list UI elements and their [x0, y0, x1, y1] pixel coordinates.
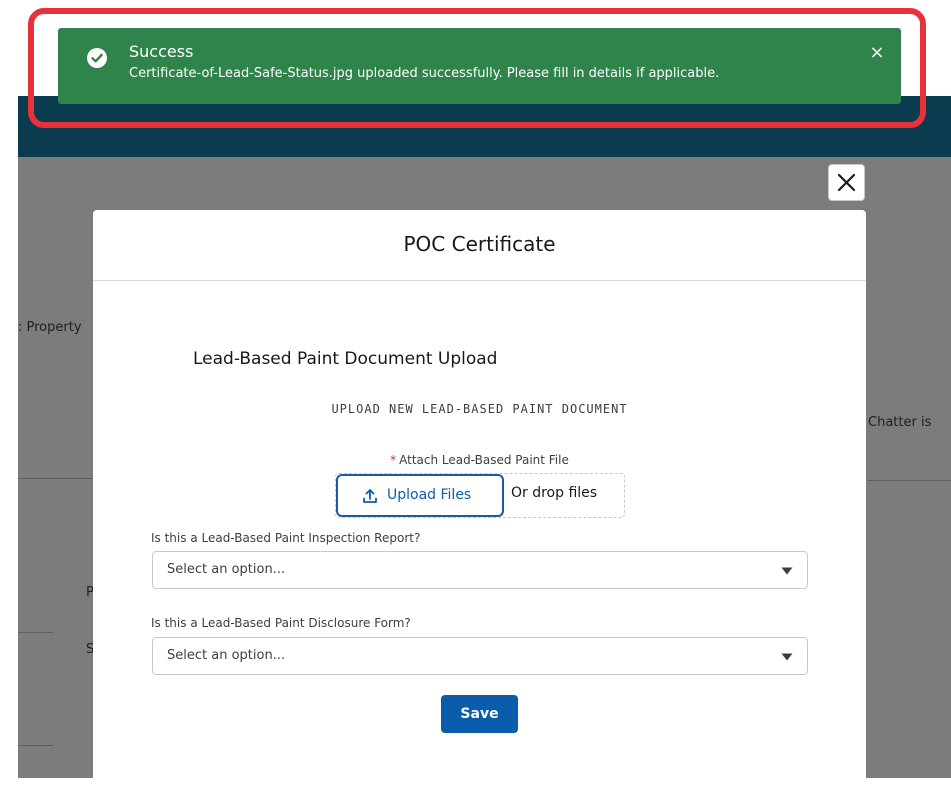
upload-heading: UPLOAD NEW LEAD-BASED PAINT DOCUMENT: [331, 402, 628, 416]
attach-file-label-text: Attach Lead-Based Paint File: [399, 453, 569, 467]
close-icon: [837, 173, 856, 192]
background-divider: [18, 745, 53, 746]
chevron-down-icon: [781, 653, 793, 661]
background-divider: [868, 480, 951, 481]
modal-header: POC Certificate: [93, 210, 866, 281]
toast-title: Success: [129, 42, 194, 61]
inspection-report-label: Is this a Lead-Based Paint Inspection Re…: [151, 531, 421, 545]
check-circle-icon: [87, 48, 107, 68]
disclosure-form-label: Is this a Lead-Based Paint Disclosure Fo…: [151, 616, 411, 630]
background-chatter-text: Chatter is: [868, 415, 932, 430]
toast-close-button[interactable]: ×: [867, 43, 887, 63]
modal-close-button[interactable]: [828, 164, 865, 201]
upload-icon: [363, 489, 377, 503]
page-left-margin: [0, 0, 18, 799]
section-title: Lead-Based Paint Document Upload: [193, 349, 498, 369]
background-divider: [18, 478, 93, 479]
toast-message: Certificate-of-Lead-Safe-Status.jpg uplo…: [129, 66, 720, 81]
select-placeholder: Select an option...: [167, 648, 286, 663]
required-indicator: *: [390, 453, 397, 467]
background-divider: [18, 632, 53, 633]
modal-title: POC Certificate: [403, 232, 556, 256]
upload-files-label: Upload Files: [387, 487, 472, 503]
close-icon: ×: [869, 42, 885, 63]
poc-certificate-modal: POC Certificate Lead-Based Paint Documen…: [93, 210, 866, 785]
chevron-down-icon: [781, 567, 793, 575]
attach-file-label: * Attach Lead-Based Paint File: [93, 453, 866, 467]
inspection-report-select[interactable]: Select an option...: [152, 551, 808, 589]
save-button[interactable]: Save: [441, 695, 518, 733]
background-property-text: : Property: [18, 320, 82, 335]
upload-files-button[interactable]: Upload Files: [336, 474, 504, 517]
drop-files-text: Or drop files: [511, 485, 598, 501]
disclosure-form-select[interactable]: Select an option...: [152, 637, 808, 675]
select-placeholder: Select an option...: [167, 562, 286, 577]
